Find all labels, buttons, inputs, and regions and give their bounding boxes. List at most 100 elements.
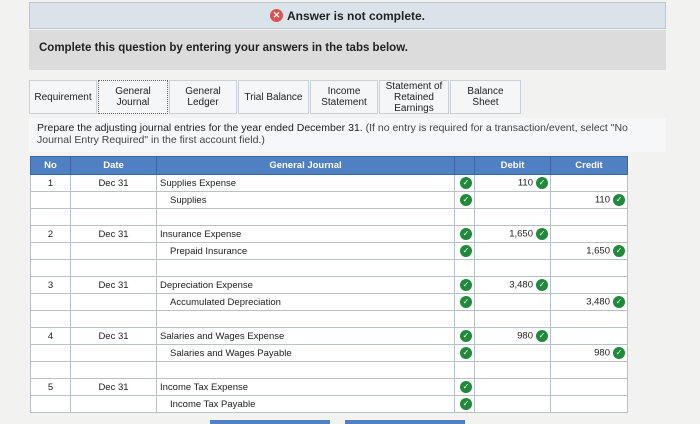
tab-retained-earnings[interactable]: Statement of Retained Earnings bbox=[379, 80, 449, 114]
credit-account-field[interactable]: Salaries and Wages Payable bbox=[156, 344, 455, 362]
entry-date-empty bbox=[70, 395, 157, 413]
credit-amount-field[interactable]: 110 ✓ bbox=[550, 191, 628, 209]
entry-date[interactable]: Dec 31 bbox=[70, 225, 157, 243]
row-check-cell: ✓ bbox=[454, 378, 475, 396]
check-icon: ✓ bbox=[460, 330, 472, 342]
row-check-cell: ✓ bbox=[454, 395, 475, 413]
tab-general-journal[interactable]: General Journal bbox=[98, 80, 168, 114]
credit-amount-field[interactable] bbox=[550, 174, 628, 192]
check-icon: ✓ bbox=[613, 245, 625, 257]
tab-income-statement[interactable]: Income Statement bbox=[310, 80, 378, 114]
debit-amount-field[interactable] bbox=[474, 191, 551, 209]
tab-requirement[interactable]: Requirement bbox=[29, 80, 97, 114]
entry-date[interactable]: Dec 31 bbox=[70, 174, 157, 192]
answer-status-banner: ✕ Answer is not complete. bbox=[29, 2, 666, 29]
check-icon: ✓ bbox=[460, 177, 472, 189]
entry-date-empty bbox=[70, 293, 157, 311]
tab-label: General Journal bbox=[115, 86, 151, 108]
credit-account-field[interactable]: Income Tax Payable bbox=[156, 395, 455, 413]
row-check-cell: ✓ bbox=[454, 327, 475, 345]
debit-amount-field[interactable] bbox=[474, 395, 551, 413]
check-icon: ✓ bbox=[536, 177, 548, 189]
debit-amount-field[interactable]: 980 ✓ bbox=[474, 327, 551, 345]
entry-number: 2 bbox=[30, 225, 71, 243]
debit-amount-field[interactable] bbox=[474, 344, 551, 362]
credit-account-field[interactable]: Supplies bbox=[156, 191, 455, 209]
next-button[interactable] bbox=[345, 420, 465, 424]
debit-account-field[interactable]: Depreciation Expense bbox=[156, 276, 455, 294]
check-icon: ✓ bbox=[460, 245, 472, 257]
question-text: Complete this question by entering your … bbox=[39, 42, 408, 54]
entry-date-empty bbox=[70, 191, 157, 209]
journal-blank-row bbox=[30, 259, 628, 277]
credit-amount-field[interactable]: 3,480 ✓ bbox=[550, 293, 628, 311]
credit-amount-field[interactable]: 980 ✓ bbox=[550, 344, 628, 362]
debit-amount-field[interactable] bbox=[474, 378, 551, 396]
entry-number: 4 bbox=[30, 327, 71, 345]
instructions-main: Prepare the adjusting journal entries fo… bbox=[37, 122, 363, 134]
answer-status-text: Answer is not complete. bbox=[286, 8, 426, 23]
debit-account-field[interactable]: Supplies Expense bbox=[156, 174, 455, 192]
question-panel: Complete this question by entering your … bbox=[29, 30, 666, 70]
entry-date[interactable]: Dec 31 bbox=[70, 378, 157, 396]
debit-amount-field[interactable]: 110 ✓ bbox=[474, 174, 551, 192]
row-check-cell: ✓ bbox=[454, 276, 475, 294]
row-check-cell: ✓ bbox=[454, 191, 475, 209]
credit-account-field[interactable]: Accumulated Depreciation bbox=[156, 293, 455, 311]
entry-number-empty bbox=[30, 293, 71, 311]
debit-account-field[interactable]: Salaries and Wages Expense bbox=[156, 327, 455, 345]
tab-label: Trial Balance bbox=[244, 91, 303, 103]
credit-amount-field[interactable] bbox=[550, 378, 628, 396]
journal-debit-row: 2 Dec 31 Insurance Expense ✓ 1,650 ✓ bbox=[30, 225, 628, 243]
entry-date[interactable]: Dec 31 bbox=[70, 327, 157, 345]
journal-debit-row: 5 Dec 31 Income Tax Expense ✓ bbox=[30, 378, 628, 396]
tab-trial-balance[interactable]: Trial Balance bbox=[238, 80, 309, 114]
journal-credit-row: Accumulated Depreciation ✓ 3,480 ✓ bbox=[30, 293, 628, 311]
journal-debit-row: 3 Dec 31 Depreciation Expense ✓ 3,480 ✓ bbox=[30, 276, 628, 294]
tab-label: Statement of Retained Earnings bbox=[385, 80, 443, 114]
x-circle-icon: ✕ bbox=[269, 9, 283, 22]
debit-amount-field[interactable]: 1,650 ✓ bbox=[474, 225, 551, 243]
check-icon: ✓ bbox=[613, 296, 625, 308]
row-check-cell: ✓ bbox=[454, 242, 475, 260]
credit-amount-field[interactable] bbox=[550, 225, 628, 243]
row-check-cell: ✓ bbox=[454, 344, 475, 362]
journal-credit-row: Salaries and Wages Payable ✓ 980 ✓ bbox=[30, 344, 628, 362]
general-journal-table: No Date General Journal Debit Credit 1 De… bbox=[30, 156, 628, 413]
tab-label: Requirement bbox=[34, 91, 92, 103]
entry-number-empty bbox=[30, 191, 71, 209]
credit-amount-field[interactable] bbox=[550, 327, 628, 345]
debit-account-field[interactable]: Income Tax Expense bbox=[156, 378, 455, 396]
prev-button[interactable] bbox=[210, 420, 330, 424]
col-credit-header: Credit bbox=[550, 156, 628, 175]
journal-credit-row: Supplies ✓ 110 ✓ bbox=[30, 191, 628, 209]
tab-balance-sheet[interactable]: Balance Sheet bbox=[450, 80, 521, 114]
check-icon: ✓ bbox=[536, 279, 548, 291]
debit-amount-field[interactable]: 3,480 ✓ bbox=[474, 276, 551, 294]
tab-label: Income Statement bbox=[321, 86, 367, 108]
journal-blank-row bbox=[30, 310, 628, 328]
debit-account-field[interactable]: Insurance Expense bbox=[156, 225, 455, 243]
col-date-header: Date bbox=[70, 156, 157, 175]
check-icon: ✓ bbox=[613, 347, 625, 359]
tab-general-ledger[interactable]: General Ledger bbox=[169, 80, 237, 114]
credit-amount-field[interactable] bbox=[550, 276, 628, 294]
debit-amount-field[interactable] bbox=[474, 242, 551, 260]
debit-amount-field[interactable] bbox=[474, 293, 551, 311]
journal-credit-row: Income Tax Payable ✓ bbox=[30, 395, 628, 413]
journal-debit-row: 1 Dec 31 Supplies Expense ✓ 110 ✓ bbox=[30, 174, 628, 192]
tab-bar: Requirement General Journal General Ledger… bbox=[29, 80, 522, 114]
entry-date[interactable]: Dec 31 bbox=[70, 276, 157, 294]
credit-account-field[interactable]: Prepaid Insurance bbox=[156, 242, 455, 260]
entry-number: 3 bbox=[30, 276, 71, 294]
check-icon: ✓ bbox=[613, 194, 625, 206]
row-check-cell: ✓ bbox=[454, 174, 475, 192]
entry-date-empty bbox=[70, 242, 157, 260]
tab-label: General Ledger bbox=[185, 86, 221, 108]
row-check-cell: ✓ bbox=[454, 225, 475, 243]
col-account-header: General Journal bbox=[156, 156, 455, 175]
check-icon: ✓ bbox=[536, 228, 548, 240]
col-no-header: No bbox=[30, 156, 71, 175]
credit-amount-field[interactable] bbox=[550, 395, 628, 413]
credit-amount-field[interactable]: 1,650 ✓ bbox=[550, 242, 628, 260]
